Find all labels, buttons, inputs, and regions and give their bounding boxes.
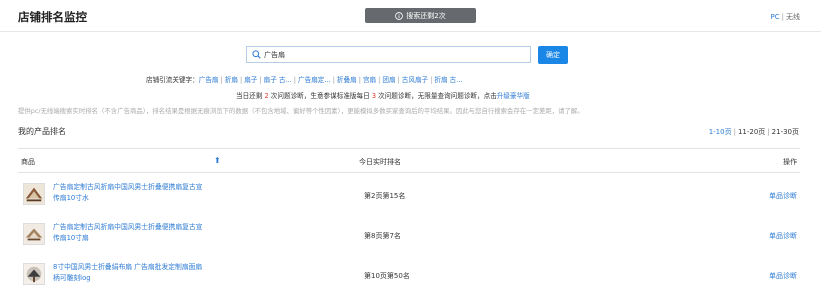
pc-link[interactable]: PC [771,13,780,21]
product-thumbnail[interactable] [23,183,45,205]
product-thumbnail[interactable] [23,263,45,285]
page-range-21-30[interactable]: 21-30页 [772,128,799,136]
product-thumbnail[interactable] [23,223,45,245]
notice-text: 搜索还剩2次 [406,11,446,20]
product-title-link[interactable]: 广告扇定制古风折扇中国风男士折叠便携扇复古宣传扇10寸水 [53,182,203,204]
keyword-item[interactable]: 古风扇子 [402,76,428,84]
quota-remaining: 2 [264,92,269,100]
quota-text-3: 次问题诊断，无限量查询问题诊断，点击 [378,92,497,100]
upgrade-link[interactable]: 升级豪华版 [497,92,530,100]
ranking-description: 提供pc/无线端搜索实时排名（不含广告商品），排名结果是根据无痕浏览下的数据（不… [18,107,584,115]
header-bar: 店铺排名监控 搜索还剩2次 PC | 无线 [0,0,821,32]
diagnosis-quota: 当日还剩 2 次问题诊断，生意参谋标准版每日 3 次问题诊断，无限量查询问题诊断… [236,90,530,100]
quota-text-2: 次问题诊断，生意参谋标准版每日 [270,92,370,100]
page-title: 店铺排名监控 [18,10,87,24]
column-rank: 今日实时排名 [359,158,401,166]
fan-image-icon [24,224,44,244]
table-row: 广告扇定制古风折扇中国风男士折叠便携扇复古宣传扇10寸水 第2页第15名 单品诊… [18,176,800,214]
table-row: 8寸中国风男士折叠绢布扇 广告扇批发定制扇面扇柄可雕刻log 第10页第50名 … [18,256,800,294]
product-rank: 第10页第50名 [364,272,410,280]
search-quota-notice: 搜索还剩2次 [365,8,476,23]
keyword-item[interactable]: 折叠扇 [337,76,357,84]
confirm-button[interactable]: 确定 [538,46,568,64]
product-title-link[interactable]: 广告扇定制古风折扇中国风男士折叠便携扇复古宣传扇10寸扇 [53,222,203,244]
table-header: 商品 ⬆ 今日实时排名 操作 [18,148,800,173]
keyword-item[interactable]: 宫扇 [363,76,376,84]
wireless-link[interactable]: 无线 [786,13,800,21]
search-box[interactable] [246,46,531,63]
keyword-item[interactable]: 扇子 古... [264,76,292,84]
keyword-item[interactable]: 折扇 古... [434,76,462,84]
search-icon [252,50,261,59]
search-input[interactable] [264,50,514,59]
info-icon [395,11,404,20]
keyword-list: 店铺引流关键字：广告扇 | 折扇 | 扇子 | 扇子 古... | 广告扇定... | 折叠扇 | 宫扇… [146,74,463,84]
product-rank: 第8页第7名 [364,232,401,240]
keyword-label: 店铺引流关键字： [146,76,199,84]
product-title-link[interactable]: 8寸中国风男士折叠绢布扇 广告扇批发定制扇面扇柄可雕刻log [53,262,203,284]
keyword-item[interactable]: 折扇 [225,76,238,84]
single-diagnosis-link[interactable]: 单品诊断 [769,271,797,281]
product-rank: 第2页第15名 [364,192,406,200]
quota-limit: 3 [371,92,377,100]
sort-arrow-icon[interactable]: ⬆ [214,156,221,165]
column-product: 商品 [21,158,35,166]
column-action: 操作 [783,158,797,166]
device-toggle: PC | 无线 [771,12,800,22]
keyword-item[interactable]: 广告扇 [199,76,219,84]
page-range-11-20[interactable]: 11-20页 [738,128,765,136]
keyword-item[interactable]: 广告扇定... [298,76,331,84]
page-range-1-10[interactable]: 1-10页 [709,128,732,136]
single-diagnosis-link[interactable]: 单品诊断 [769,231,797,241]
fan-image-icon [24,264,44,284]
page-range-selector: 1-10页 | 11-20页 | 21-30页 [709,127,799,137]
quota-text-1: 当日还剩 [236,92,263,100]
single-diagnosis-link[interactable]: 单品诊断 [769,191,797,201]
table-row: 广告扇定制古风折扇中国风男士折叠便携扇复古宣传扇10寸扇 第8页第7名 单品诊断 [18,216,800,254]
keyword-item[interactable]: 扇子 [244,76,257,84]
section-title: 我的产品排名 [18,127,66,136]
fan-image-icon [24,184,44,204]
keyword-item[interactable]: 团扇 [382,76,395,84]
